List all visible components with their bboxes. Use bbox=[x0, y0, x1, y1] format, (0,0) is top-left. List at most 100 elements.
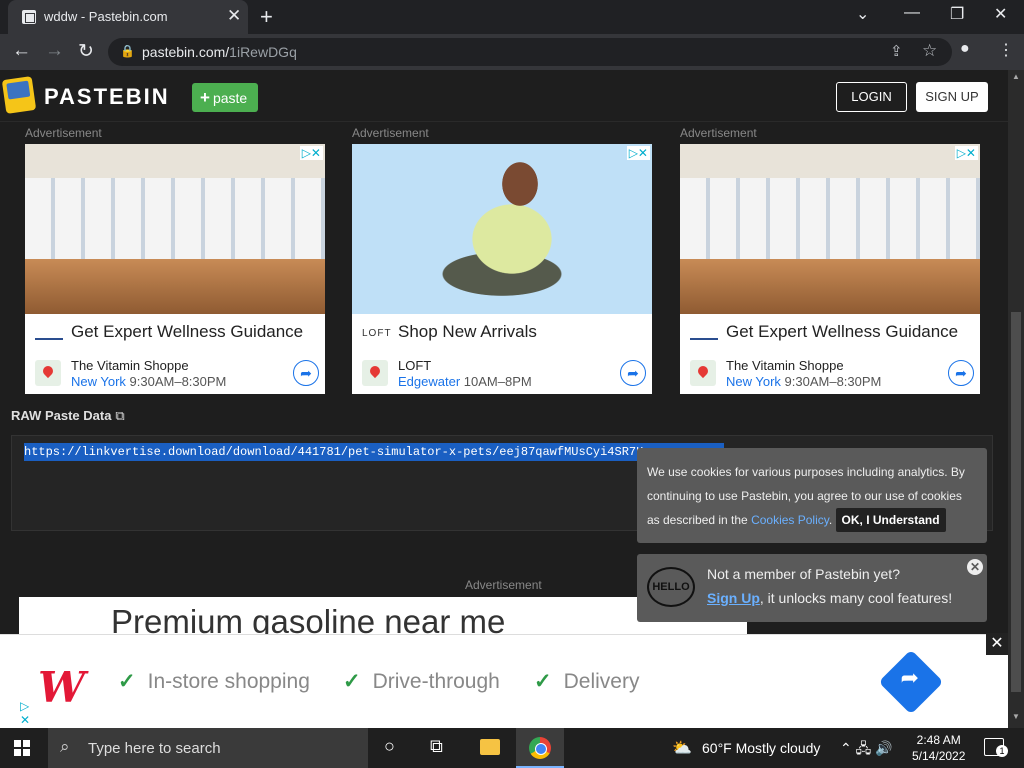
ad-vitamin-shoppe-2[interactable]: ▷✕ Get Expert Wellness Guidance The Vita… bbox=[680, 144, 980, 394]
adchoices-icon[interactable]: ▷✕ bbox=[299, 146, 323, 160]
share-icon[interactable]: ⇪ bbox=[890, 42, 903, 60]
profile-avatar-icon[interactable]: ● bbox=[960, 40, 970, 58]
taskbar-clock[interactable]: 2:48 AM 5/14/2022 bbox=[912, 732, 965, 764]
system-tray-icons[interactable]: ⌃ 🖧 🔊 bbox=[840, 738, 893, 762]
site-logo-text[interactable]: PASTEBIN bbox=[44, 84, 170, 110]
pastebin-favicon-icon bbox=[22, 10, 36, 24]
weather-text[interactable]: 60°F Mostly cloudy bbox=[702, 740, 820, 756]
ad-location-hours: Edgewater 10AM–8PM bbox=[398, 374, 532, 389]
window-close-icon[interactable]: ✕ bbox=[994, 4, 1007, 24]
browser-tab[interactable]: wddw - Pastebin.com ✕ bbox=[8, 0, 248, 34]
model-photo[interactable] bbox=[352, 144, 652, 314]
weather-cloud-icon[interactable]: ⛅ bbox=[672, 738, 692, 757]
tab-close-icon[interactable]: ✕ bbox=[227, 6, 241, 26]
check-icon: ✓ bbox=[343, 670, 361, 693]
adchoices-icon[interactable]: ▷✕ bbox=[20, 699, 30, 727]
windows-taskbar: ⌕ Type here to search ○ ⧉ ⛅ 60°F Mostly … bbox=[0, 728, 1024, 768]
ad-business-name[interactable]: The Vitamin Shoppe bbox=[71, 358, 189, 373]
check-icon: ✓ bbox=[534, 670, 552, 693]
web-page: PASTEBIN + paste LOGIN SIGN UP Advertisem… bbox=[0, 70, 1008, 728]
tab-search-chevron-icon[interactable]: ⌄ bbox=[856, 4, 869, 24]
raw-paste-content[interactable]: https://linkvertise.download/download/44… bbox=[24, 443, 724, 461]
new-paste-button[interactable]: + paste bbox=[192, 83, 258, 112]
signup-prompt-question: Not a member of Pastebin yet? bbox=[707, 566, 900, 582]
adchoices-icon[interactable]: ▷✕ bbox=[954, 146, 978, 160]
copy-icon[interactable]: ⧉ bbox=[115, 408, 124, 423]
directions-icon[interactable]: ➦ bbox=[948, 360, 974, 386]
ad-business-name[interactable]: LOFT bbox=[398, 358, 431, 373]
scrollbar-thumb[interactable] bbox=[1011, 312, 1021, 692]
signup-prompt-text: Sign Up, it unlocks many cool features! bbox=[707, 590, 953, 606]
directions-icon[interactable]: ➦ bbox=[620, 360, 646, 386]
ad-label: Advertisement bbox=[465, 578, 542, 592]
hello-bubble-icon: HELLO bbox=[647, 567, 695, 607]
map-pin-icon bbox=[362, 360, 388, 386]
ad-feature: ✓ Delivery bbox=[534, 670, 640, 693]
vitamin-shoppe-logo bbox=[690, 326, 718, 340]
signup-link[interactable]: Sign Up bbox=[707, 590, 760, 606]
directions-icon[interactable]: ➦ bbox=[878, 649, 944, 715]
raw-paste-heading: RAW Paste Data ⧉ bbox=[11, 408, 125, 423]
ad-vitamin-shoppe-1[interactable]: ▷✕ Get Expert Wellness Guidance The Vita… bbox=[25, 144, 325, 394]
chrome-taskbar-button[interactable] bbox=[516, 728, 564, 768]
scroll-up-icon[interactable]: ▲ bbox=[1012, 72, 1020, 81]
bookmark-star-icon[interactable]: ☆ bbox=[922, 41, 937, 61]
chrome-icon bbox=[529, 737, 551, 759]
task-view-icon[interactable]: ⧉ bbox=[430, 736, 443, 757]
ad-business-name[interactable]: The Vitamin Shoppe bbox=[726, 358, 844, 373]
minimize-icon[interactable]: — bbox=[904, 4, 920, 22]
seated-woman-image bbox=[442, 154, 572, 304]
cookie-accept-button[interactable]: OK, I Understand bbox=[835, 508, 946, 532]
ad-headline[interactable]: Get Expert Wellness Guidance bbox=[726, 322, 958, 342]
walgreens-logo[interactable]: W bbox=[38, 663, 85, 712]
ad-label: Advertisement bbox=[352, 126, 429, 140]
file-explorer-icon[interactable] bbox=[480, 739, 500, 755]
ad-location-hours: New York 9:30AM–8:30PM bbox=[726, 374, 882, 389]
windows-start-icon[interactable] bbox=[14, 740, 30, 756]
pastebin-logo-icon[interactable] bbox=[1, 76, 37, 114]
check-icon: ✓ bbox=[118, 670, 136, 693]
plus-icon: + bbox=[200, 88, 210, 107]
adchoices-icon[interactable]: ▷✕ bbox=[626, 146, 650, 160]
walgreens-ad-banner[interactable]: W ✓ In-store shopping ✓ Drive-through ✓ Del… bbox=[0, 633, 1008, 728]
signup-prompt: HELLO Not a member of Pastebin yet? Sign… bbox=[637, 554, 987, 622]
taskbar-search-box[interactable]: ⌕ Type here to search bbox=[48, 728, 368, 768]
tab-title: wddw - Pastebin.com bbox=[44, 9, 168, 24]
browser-toolbar: ← → ↻ 🔒 pastebin.com/1iRewDGq ⇪ ☆ ● ⋮ bbox=[0, 34, 1024, 70]
store-photo[interactable] bbox=[25, 144, 325, 314]
ad-loft[interactable]: ▷✕ LOFT Shop New Arrivals LOFT Edgewater… bbox=[352, 144, 652, 394]
ad-feature: ✓ Drive-through bbox=[343, 670, 500, 693]
cookie-notice: We use cookies for various purposes incl… bbox=[637, 448, 987, 543]
url-text[interactable]: pastebin.com/1iRewDGq bbox=[142, 44, 297, 60]
scroll-down-icon[interactable]: ▼ bbox=[1012, 712, 1020, 721]
browser-titlebar: wddw - Pastebin.com ✕ + ⌄ — ❐ ✕ bbox=[0, 0, 1024, 34]
reload-icon[interactable]: ↻ bbox=[78, 40, 94, 63]
address-bar[interactable]: 🔒 pastebin.com/1iRewDGq ⇪ ☆ bbox=[108, 38, 952, 66]
cortana-icon[interactable]: ○ bbox=[384, 736, 395, 757]
close-icon[interactable]: ✕ bbox=[967, 559, 983, 575]
menu-kebab-icon[interactable]: ⋮ bbox=[998, 40, 1014, 60]
ad-label: Advertisement bbox=[680, 126, 757, 140]
map-pin-icon bbox=[35, 360, 61, 386]
ad-location-hours: New York 9:30AM–8:30PM bbox=[71, 374, 227, 389]
forward-arrow-icon[interactable]: → bbox=[45, 40, 64, 62]
directions-icon[interactable]: ➦ bbox=[293, 360, 319, 386]
new-tab-plus-icon[interactable]: + bbox=[260, 4, 273, 30]
cookies-policy-link[interactable]: Cookies Policy bbox=[751, 513, 829, 527]
lock-icon[interactable]: 🔒 bbox=[120, 44, 135, 58]
map-pin-icon bbox=[690, 360, 716, 386]
vitamin-shoppe-logo bbox=[35, 326, 63, 340]
back-arrow-icon[interactable]: ← bbox=[12, 40, 31, 62]
ad-headline[interactable]: Shop New Arrivals bbox=[398, 322, 537, 342]
store-photo[interactable] bbox=[680, 144, 980, 314]
notification-icon[interactable]: 1 bbox=[984, 738, 1008, 757]
ad-feature: ✓ In-store shopping bbox=[118, 670, 310, 693]
ad-headline[interactable]: Get Expert Wellness Guidance bbox=[71, 322, 303, 342]
search-placeholder: Type here to search bbox=[88, 740, 221, 757]
site-header: PASTEBIN + paste LOGIN SIGN UP bbox=[0, 70, 1008, 122]
login-button[interactable]: LOGIN bbox=[836, 82, 907, 112]
page-scrollbar[interactable]: ▲ ▼ bbox=[1008, 70, 1024, 728]
signup-button[interactable]: SIGN UP bbox=[916, 82, 988, 112]
restore-icon[interactable]: ❐ bbox=[950, 4, 964, 24]
ad-close-icon[interactable]: ✕ bbox=[986, 633, 1008, 655]
